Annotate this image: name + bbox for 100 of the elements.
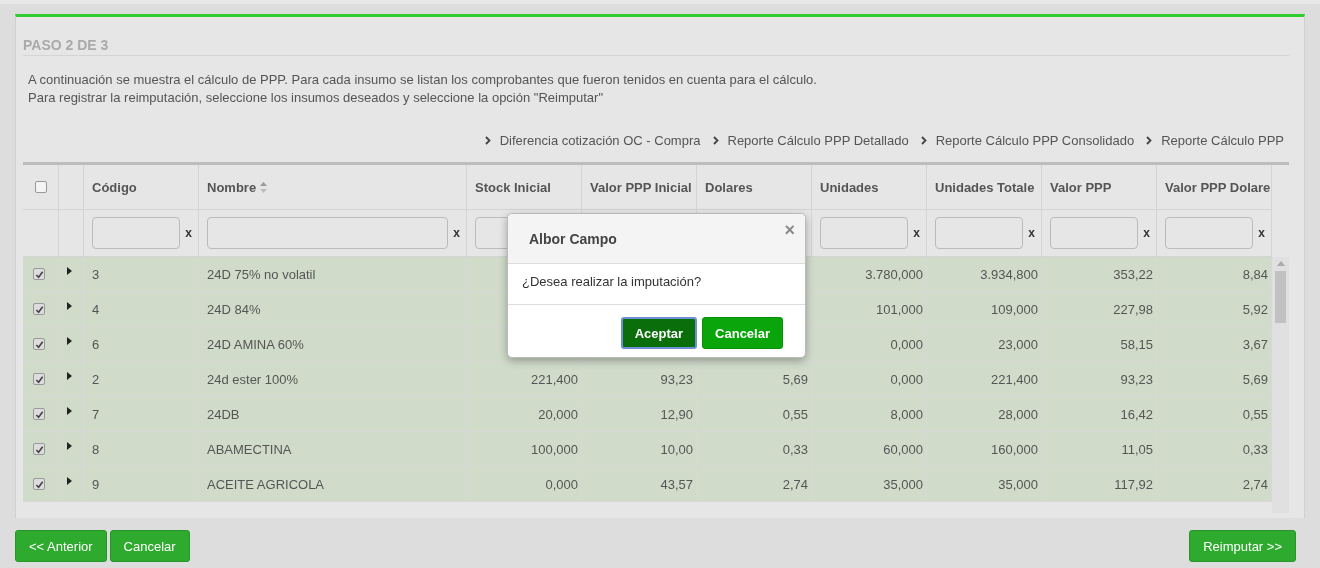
table-cell: 227,98 bbox=[1042, 292, 1157, 327]
table-cell: 24D 84% bbox=[199, 292, 467, 327]
step-title: PASO 2 DE 3 bbox=[23, 37, 1289, 56]
column-header[interactable]: Código bbox=[84, 165, 199, 210]
table-cell: 353,22 bbox=[1042, 257, 1157, 292]
table-cell: 0,000 bbox=[812, 327, 927, 362]
row-checkbox[interactable] bbox=[33, 443, 45, 455]
table-cell: 35,000 bbox=[812, 467, 927, 502]
filter-field[interactable] bbox=[820, 217, 909, 249]
table-cell: 100,000 bbox=[467, 432, 582, 467]
expand-icon[interactable] bbox=[67, 477, 72, 485]
dialog-button[interactable]: Aceptar bbox=[620, 317, 698, 349]
row-checkbox[interactable] bbox=[33, 478, 45, 490]
table-cell: 221,400 bbox=[927, 362, 1042, 397]
select-all-checkbox[interactable] bbox=[34, 181, 47, 193]
table-cell: 8 bbox=[84, 432, 199, 467]
table-cell: 4 bbox=[84, 292, 199, 327]
chevron-icon bbox=[712, 136, 719, 145]
table-cell: 23,000 bbox=[927, 327, 1042, 362]
report-link[interactable]: Reporte Cálculo PPP bbox=[1146, 133, 1284, 148]
column-header[interactable]: Unidades Totale bbox=[927, 165, 1042, 210]
table-cell: 10,00 bbox=[582, 432, 697, 467]
instruction-text: Para registrar la reimputación, seleccione los insumos deseados y seleccione la opción "Reimputar" bbox=[28, 90, 604, 105]
column-header[interactable]: Valor PPP Dolare bbox=[1157, 165, 1272, 210]
table-cell: 6 bbox=[84, 327, 199, 362]
clear-filter-button[interactable]: x bbox=[1143, 226, 1150, 240]
column-header[interactable]: Stock Inicial bbox=[467, 165, 582, 210]
table-cell: 117,92 bbox=[1042, 467, 1157, 502]
column-header[interactable]: Nombre bbox=[199, 165, 467, 210]
clear-filter-button[interactable]: x bbox=[1028, 226, 1035, 240]
filter-field[interactable] bbox=[935, 217, 1024, 249]
row-checkbox[interactable] bbox=[33, 268, 45, 280]
table-cell: 16,42 bbox=[1042, 397, 1157, 432]
row-checkbox[interactable] bbox=[33, 408, 45, 420]
table-cell: 101,000 bbox=[812, 292, 927, 327]
table-cell: ABAMECTINA bbox=[199, 432, 467, 467]
table-cell: 24D AMINA 60% bbox=[199, 327, 467, 362]
table-cell: 5,69 bbox=[697, 362, 812, 397]
table-cell: 24DB bbox=[199, 397, 467, 432]
table-cell: 2 bbox=[84, 362, 199, 397]
clear-filter-button[interactable]: x bbox=[913, 226, 920, 240]
table-cell: 43,57 bbox=[582, 467, 697, 502]
clear-filter-button[interactable]: x bbox=[453, 226, 460, 240]
column-header[interactable]: Valor PPP bbox=[1042, 165, 1157, 210]
filter-field[interactable] bbox=[92, 217, 181, 249]
table-cell: 2,74 bbox=[1157, 467, 1272, 502]
scrollbar-thumb[interactable] bbox=[1275, 271, 1286, 323]
table-cell: 0,55 bbox=[1157, 397, 1272, 432]
table-cell: 0,33 bbox=[1157, 432, 1272, 467]
close-button[interactable]: × bbox=[784, 220, 795, 241]
column-header[interactable]: Unidades bbox=[812, 165, 927, 210]
table-cell: 12,90 bbox=[582, 397, 697, 432]
table-cell: 3.780,000 bbox=[812, 257, 927, 292]
table-cell: 221,400 bbox=[467, 362, 582, 397]
table-cell: 3,67 bbox=[1157, 327, 1272, 362]
clear-filter-button[interactable]: x bbox=[185, 226, 192, 240]
table-cell: 58,15 bbox=[1042, 327, 1157, 362]
table-cell: 2,74 bbox=[697, 467, 812, 502]
expand-icon[interactable] bbox=[67, 337, 72, 345]
table-cell: 24d ester 100% bbox=[199, 362, 467, 397]
filter-field[interactable] bbox=[1165, 217, 1254, 249]
expand-icon[interactable] bbox=[67, 372, 72, 380]
table-cell: 28,000 bbox=[927, 397, 1042, 432]
chevron-icon bbox=[920, 136, 927, 145]
table-cell: 8,84 bbox=[1157, 257, 1272, 292]
filter-field[interactable] bbox=[1050, 217, 1139, 249]
row-checkbox[interactable] bbox=[33, 338, 45, 350]
table-cell: 109,000 bbox=[927, 292, 1042, 327]
table-cell: 5,92 bbox=[1157, 292, 1272, 327]
dialog-button[interactable]: Cancelar bbox=[702, 317, 783, 349]
table-cell: 0,55 bbox=[697, 397, 812, 432]
row-checkbox[interactable] bbox=[33, 303, 45, 315]
table-cell: 9 bbox=[84, 467, 199, 502]
table-cell: 60,000 bbox=[812, 432, 927, 467]
table-cell: ACEITE AGRICOLA bbox=[199, 467, 467, 502]
table-cell: 3.934,800 bbox=[927, 257, 1042, 292]
chevron-icon bbox=[484, 136, 491, 145]
table-cell: 93,23 bbox=[582, 362, 697, 397]
filter-field[interactable] bbox=[207, 217, 449, 249]
table-cell: 11,05 bbox=[1042, 432, 1157, 467]
table-cell: 8,000 bbox=[812, 397, 927, 432]
column-header[interactable]: Valor PPP Inicial bbox=[582, 165, 697, 210]
expand-icon[interactable] bbox=[67, 442, 72, 450]
row-checkbox[interactable] bbox=[33, 373, 45, 385]
table-cell: 0,000 bbox=[812, 362, 927, 397]
table-cell: 7 bbox=[84, 397, 199, 432]
expand-icon[interactable] bbox=[67, 267, 72, 275]
table-cell: 35,000 bbox=[927, 467, 1042, 502]
report-link[interactable]: Diferencia cotización OC - Compra bbox=[484, 133, 701, 148]
report-link[interactable]: Reporte Cálculo PPP Detallado bbox=[712, 133, 909, 148]
expand-icon[interactable] bbox=[67, 302, 72, 310]
instruction-text: A continuación se muestra el cálculo de PPP. Para cada insumo se listan los comprobantes que fueron tenidos en cuenta para el cálculo. bbox=[28, 72, 818, 87]
column-header[interactable]: Dolares bbox=[697, 165, 812, 210]
scrollbar[interactable] bbox=[1272, 257, 1289, 513]
expand-icon[interactable] bbox=[67, 407, 72, 415]
report-link[interactable]: Reporte Cálculo PPP Consolidado bbox=[920, 133, 1135, 148]
clear-filter-button[interactable]: x bbox=[1258, 226, 1265, 240]
dialog-message: ¿Desea realizar la imputación? bbox=[522, 274, 702, 289]
table-cell: 0,33 bbox=[697, 432, 812, 467]
table-cell: 3 bbox=[84, 257, 199, 292]
